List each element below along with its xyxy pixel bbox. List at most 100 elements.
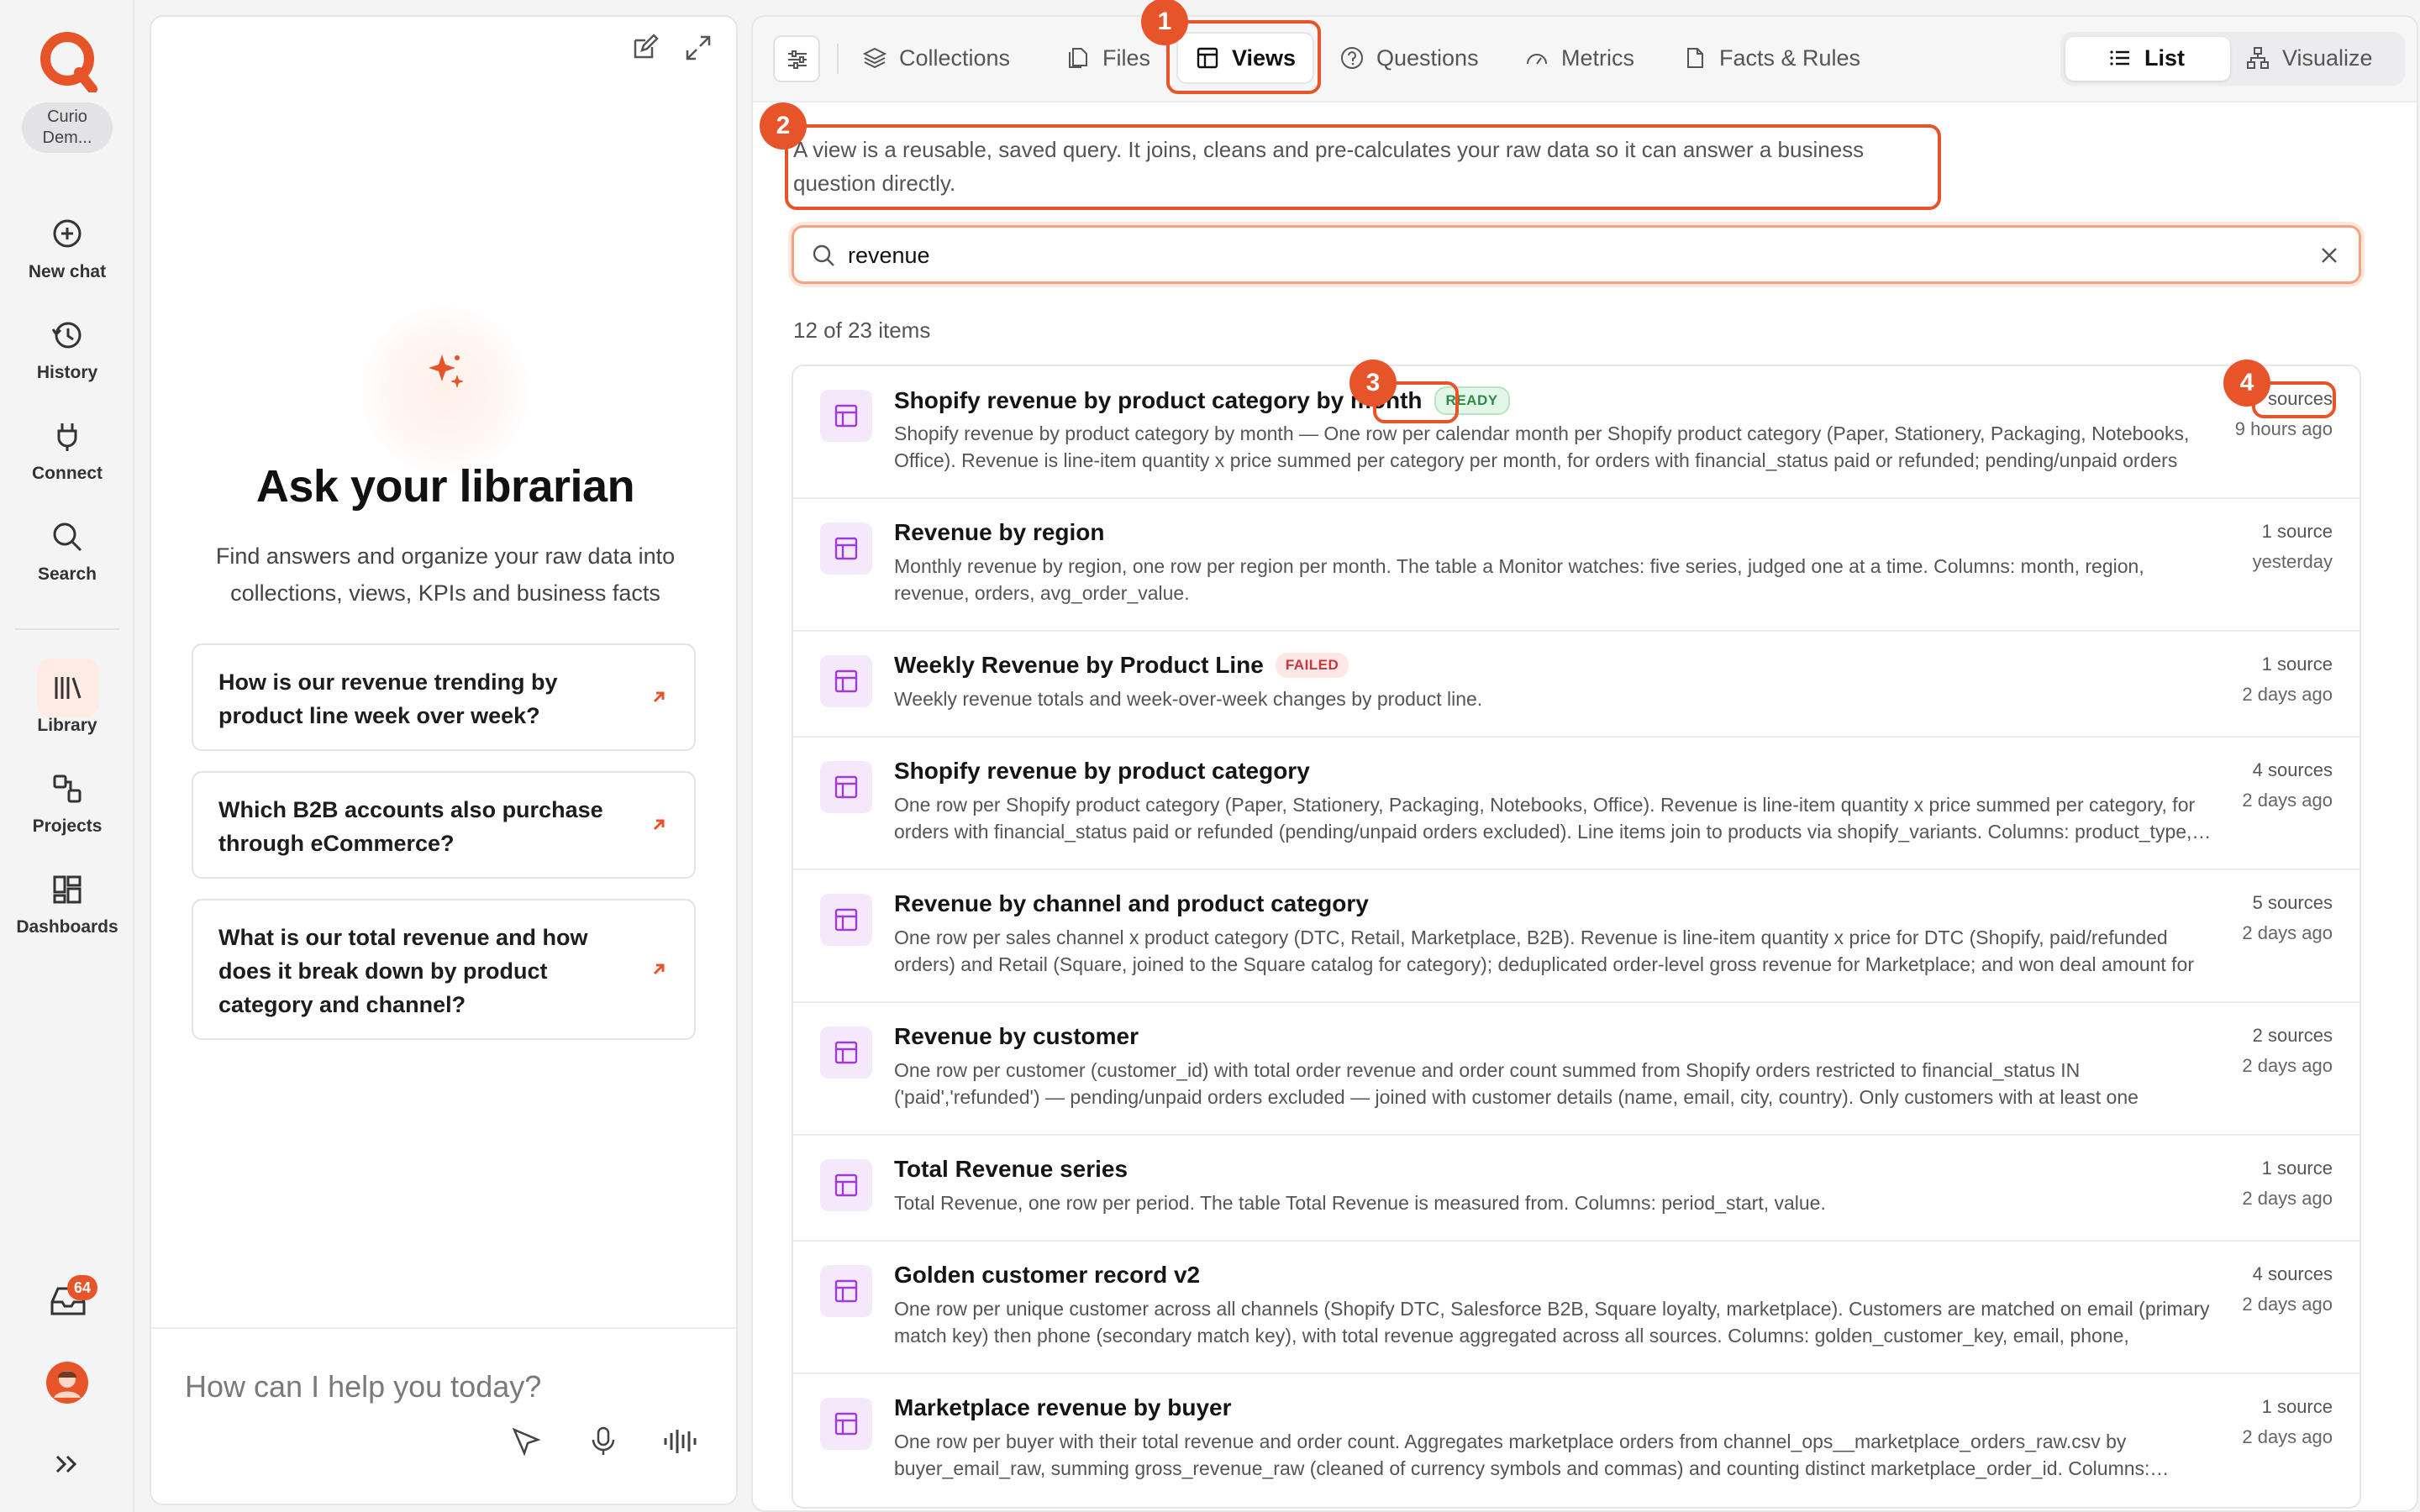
nav-projects[interactable]: Projects (0, 771, 134, 855)
suggestion-card[interactable]: How is our revenue trending by product l… (192, 643, 696, 751)
view-sources: 1 source (2261, 654, 2333, 675)
nav-connect[interactable]: Connect (0, 418, 134, 502)
inbox-badge: 64 (67, 1275, 97, 1300)
views-list: Shopify revenue by product category by m… (792, 365, 2361, 1509)
view-row[interactable]: Marketplace revenue by buyer One row per… (793, 1374, 2360, 1507)
tab-label: Facts & Rules (1719, 45, 1861, 71)
nav-search[interactable]: Search (0, 519, 134, 603)
nav-history[interactable]: History (0, 318, 134, 402)
search-input[interactable] (848, 239, 2276, 271)
view-icon (820, 894, 872, 946)
view-title: Revenue by channel and product category (894, 890, 1369, 916)
view-updated: 2 days ago (2242, 790, 2333, 811)
expand-sidebar-icon[interactable] (52, 1452, 82, 1477)
view-updated: 9 hours ago (2234, 418, 2333, 439)
view-icon (820, 390, 872, 442)
view-title: Revenue by customer (894, 1023, 1139, 1049)
nav-divider (15, 628, 119, 630)
view-row[interactable]: Revenue by channel and product category … (793, 870, 2360, 1003)
annotation-box-description (785, 124, 1941, 210)
view-title: Golden customer record v2 (894, 1262, 1201, 1288)
arrow-up-right-icon (653, 819, 665, 831)
curio-logo-icon[interactable] (37, 30, 99, 92)
tab-questions[interactable]: Questions (1339, 32, 1479, 84)
view-updated: 2 days ago (2242, 1426, 2333, 1447)
view-row[interactable]: Golden customer record v2 One row per un… (793, 1242, 2360, 1374)
tab-files[interactable]: Files (1065, 32, 1150, 84)
sliders-icon (788, 50, 807, 69)
view-row[interactable]: Shopify revenue by product category One … (793, 738, 2360, 870)
view-description: Weekly revenue totals and week-over-week… (894, 688, 1483, 710)
suggestion-card[interactable]: What is our total revenue and how does i… (192, 899, 696, 1040)
nav-label: Library (37, 716, 97, 735)
nav-new-chat[interactable]: New chat (0, 217, 134, 301)
view-row[interactable]: Revenue by region Monthly revenue by reg… (793, 499, 2360, 632)
layers-icon (862, 47, 887, 69)
view-sources: 2 sources (2252, 1025, 2333, 1046)
view-sources: 1 source (2261, 1158, 2333, 1179)
view-sources: 5 sources (2252, 892, 2333, 913)
view-title: Shopify revenue by product category by m… (894, 387, 1423, 413)
annotation-marker: 1 (1141, 0, 1188, 45)
view-updated: 2 days ago (2242, 1055, 2333, 1076)
view-sources: 1 source (2261, 521, 2333, 542)
tab-collections[interactable]: Collections (862, 32, 1010, 84)
workspace-switcher[interactable]: Curio Dem... (22, 102, 113, 153)
clear-search-icon[interactable] (2318, 244, 2340, 266)
view-row[interactable]: Weekly Revenue by Product Line FAILED Wee… (793, 632, 2360, 738)
sparkle-icon (429, 354, 464, 388)
microphone-icon[interactable] (588, 1425, 618, 1458)
view-description: One row per buyer with their total reven… (894, 1431, 2170, 1479)
view-title-wrap: Revenue by customer (894, 1023, 1139, 1050)
search-box (792, 225, 2361, 284)
annotation-marker: 3 (1349, 360, 1397, 407)
view-title-wrap: Revenue by region (894, 519, 1105, 546)
voice-waveform-icon[interactable] (662, 1426, 699, 1457)
nav-library[interactable]: Library (0, 670, 134, 754)
suggestion-card[interactable]: Which B2B accounts also purchase through… (192, 771, 696, 879)
chat-input[interactable]: How can I help you today? (185, 1369, 689, 1404)
toolbar-divider (837, 44, 839, 74)
tab-metrics[interactable]: Metrics (1524, 32, 1634, 84)
view-title: Marketplace revenue by buyer (894, 1394, 1232, 1420)
nav-label: Connect (32, 464, 103, 483)
view-title: Weekly Revenue by Product Line (894, 652, 1264, 678)
view-title-wrap: Revenue by channel and product category (894, 890, 1369, 917)
expand-icon[interactable] (684, 34, 713, 62)
filter-toggle-button[interactable] (773, 35, 820, 82)
tab-label: Metrics (1561, 45, 1634, 71)
tab-facts-rules[interactable]: Facts & Rules (1682, 32, 1860, 84)
edit-icon[interactable] (630, 34, 659, 62)
chat-panel: Ask your librarian Find answers and orga… (150, 15, 738, 1505)
view-row[interactable]: Revenue by customer One row per customer… (793, 1003, 2360, 1136)
view-mode-visualize-button[interactable]: Visualize (2245, 32, 2373, 84)
view-row[interactable]: Total Revenue series Total Revenue, one … (793, 1136, 2360, 1242)
dashboards-icon (53, 875, 82, 904)
view-updated: 2 days ago (2242, 1188, 2333, 1209)
tab-label: Collections (899, 45, 1011, 71)
nav-dashboards[interactable]: Dashboards (0, 872, 134, 956)
view-icon (820, 1398, 872, 1450)
search-icon (813, 244, 834, 266)
view-title: Shopify revenue by product category (894, 758, 1310, 784)
view-description: Monthly revenue by region, one row per r… (894, 555, 2144, 604)
view-mode-label: List (2144, 45, 2186, 71)
gauge-icon (1527, 54, 1547, 65)
view-updated: 2 days ago (2242, 1294, 2333, 1315)
projects-icon (53, 774, 82, 803)
left-nav: Curio Dem... New chat History Connect Se… (0, 0, 134, 1512)
view-row[interactable]: Shopify revenue by product category by m… (793, 366, 2360, 499)
status-badge: FAILED (1275, 653, 1349, 678)
plug-icon (57, 423, 77, 451)
view-updated: 2 days ago (2242, 922, 2333, 943)
new-chat-icon (53, 219, 82, 248)
suggestion-text: What is our total revenue and how does i… (218, 925, 588, 1017)
list-icon (2110, 50, 2129, 66)
avatar[interactable] (45, 1361, 89, 1404)
send-icon[interactable] (511, 1426, 541, 1457)
library-panel: Collections Files Views Questions Metric… (751, 15, 2418, 1512)
view-mode-list-button[interactable]: List (2107, 32, 2185, 84)
tab-label: Files (1102, 45, 1151, 71)
result-count: 12 of 23 items (793, 318, 931, 343)
view-description: One row per Shopify product category (Pa… (894, 794, 2212, 843)
